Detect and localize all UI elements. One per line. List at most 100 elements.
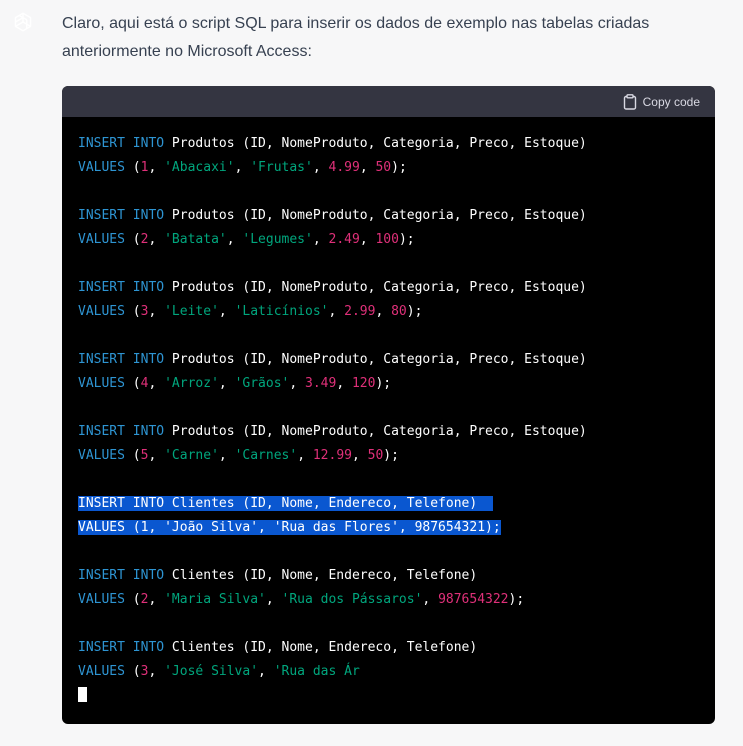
sql-number: 80 <box>391 304 407 319</box>
sql-number: 987654321 <box>414 520 486 535</box>
code-punctuation: , <box>258 520 274 535</box>
code-punctuation: , <box>297 448 313 463</box>
code-punctuation: , <box>226 232 243 247</box>
code-line-content: INSERT INTO Produtos (ID, NomeProduto, C… <box>78 352 587 367</box>
code-line-content: INSERT INTO Clientes (ID, Nome, Endereco… <box>78 568 477 583</box>
code-punctuation: , <box>422 592 439 607</box>
code-line-content: VALUES (4, 'Arroz', 'Grãos', 3.49, 120); <box>78 376 391 391</box>
sql-number: 100 <box>375 232 399 247</box>
sql-string: 'José Silva' <box>164 664 259 679</box>
code-line-content: INSERT INTO Produtos (ID, NomeProduto, C… <box>78 424 587 439</box>
code-line-values: VALUES (5, 'Carne', 'Carnes', 12.99, 50)… <box>78 444 587 468</box>
sql-keyword: VALUES <box>78 304 125 319</box>
code-line-content: INSERT INTO Produtos (ID, NomeProduto, C… <box>78 280 587 295</box>
copy-code-label: Copy code <box>642 94 700 109</box>
sql-keyword: VALUES <box>78 592 125 607</box>
sql-number: 2.49 <box>328 232 360 247</box>
sql-number: 50 <box>367 448 384 463</box>
sql-string: 'Abacaxi' <box>164 160 235 175</box>
code-line-insert: INSERT INTO Clientes (ID, Nome, Endereco… <box>78 492 587 516</box>
sql-keyword: INTO <box>132 352 165 367</box>
sql-keyword: VALUES <box>78 232 125 247</box>
sql-keyword: INTO <box>132 496 165 511</box>
sql-number: 987654322 <box>438 592 509 607</box>
code-line-values: VALUES (4, 'Arroz', 'Grãos', 3.49, 120); <box>78 372 587 396</box>
sql-keyword: INSERT <box>78 424 125 439</box>
code-punctuation: , <box>148 160 165 175</box>
assistant-avatar <box>8 9 38 39</box>
code-line-values: VALUES (2, 'Batata', 'Legumes', 2.49, 10… <box>78 228 587 252</box>
sql-table-columns: Produtos (ID, NomeProduto, Categoria, Pr… <box>164 352 587 367</box>
sql-keyword: INTO <box>132 208 165 223</box>
sql-keyword: VALUES <box>78 160 125 175</box>
sql-string: 'Rua dos Pássaros' <box>281 592 423 607</box>
code-punctuation: , <box>375 304 392 319</box>
sql-keyword: INSERT <box>78 136 125 151</box>
sql-keyword: INSERT <box>78 496 125 511</box>
code-punctuation: ); <box>398 232 415 247</box>
sql-string: 'Arroz' <box>164 376 219 391</box>
code-punctuation: , <box>351 448 368 463</box>
code-line-content: VALUES (1, 'Abacaxi', 'Frutas', 4.99, 50… <box>78 160 407 175</box>
code-block-header: Copy code <box>62 86 715 117</box>
code-punctuation: ); <box>375 376 392 391</box>
code-punctuation: , <box>265 592 282 607</box>
sql-string: 'Leite' <box>164 304 219 319</box>
code-punctuation: ); <box>391 160 407 175</box>
sql-number: 3.49 <box>305 376 337 391</box>
code-line-content: INSERT INTO Clientes (ID, Nome, Endereco… <box>78 640 477 655</box>
sql-code[interactable]: INSERT INTO Produtos (ID, NomeProduto, C… <box>78 132 587 708</box>
sql-keyword: INTO <box>132 568 165 583</box>
code-line-values: VALUES (3, 'José Silva', 'Rua das Ár <box>78 660 587 684</box>
code-line-insert: INSERT INTO Clientes (ID, Nome, Endereco… <box>78 564 587 588</box>
sql-number: 12.99 <box>312 448 352 463</box>
code-punctuation: , <box>148 520 165 535</box>
code-punctuation: , <box>289 376 306 391</box>
code-punctuation: ); <box>508 592 525 607</box>
code-line-content: VALUES (5, 'Carne', 'Carnes', 12.99, 50)… <box>78 448 399 463</box>
sql-keyword: INTO <box>132 136 165 151</box>
code-line-content: VALUES (2, 'Maria Silva', 'Rua dos Pássa… <box>78 592 524 607</box>
sql-number: 4.99 <box>328 160 360 175</box>
selected-text: VALUES (1, 'João Silva', 'Rua das Flores… <box>78 520 501 535</box>
code-line-values: VALUES (3, 'Leite', 'Laticínios', 2.99, … <box>78 300 587 324</box>
sql-string: 'Legumes' <box>242 232 313 247</box>
code-punctuation: ( <box>124 232 141 247</box>
code-line-values: VALUES (1, 'Abacaxi', 'Frutas', 4.99, 50… <box>78 156 587 180</box>
code-line-cursor <box>78 684 587 708</box>
sql-keyword: INSERT <box>78 352 125 367</box>
sql-string: 'João Silva' <box>164 520 259 535</box>
sql-keyword: INTO <box>132 640 165 655</box>
sql-string: 'Carnes' <box>234 448 298 463</box>
code-line-content: VALUES (2, 'Batata', 'Legumes', 2.49, 10… <box>78 232 415 247</box>
sql-keyword: INTO <box>132 280 165 295</box>
clipboard-icon <box>623 93 637 110</box>
sql-string: 'Grãos' <box>234 376 290 391</box>
sql-keyword: INSERT <box>78 280 125 295</box>
code-punctuation: , <box>148 664 165 679</box>
copy-code-button[interactable]: Copy code <box>623 93 700 110</box>
code-punctuation: ); <box>406 304 423 319</box>
sql-keyword: VALUES <box>78 376 125 391</box>
code-punctuation: , <box>148 232 165 247</box>
openai-logo-icon <box>12 11 34 38</box>
assistant-message-text: Claro, aqui está o script SQL para inser… <box>62 15 650 60</box>
sql-table-columns: Clientes (ID, Nome, Endereco, Telefone) <box>164 568 478 583</box>
sql-table-columns: Clientes (ID, Nome, Endereco, Telefone) <box>164 640 478 655</box>
sql-keyword: INSERT <box>78 568 125 583</box>
code-punctuation: ( <box>124 592 141 607</box>
code-punctuation: , <box>148 592 165 607</box>
sql-number: 50 <box>375 160 392 175</box>
sql-string: 'Rua das Ár <box>273 664 360 679</box>
code-line-insert: INSERT INTO Produtos (ID, NomeProduto, C… <box>78 348 587 372</box>
sql-table-columns: Produtos (ID, NomeProduto, Categoria, Pr… <box>164 208 587 223</box>
code-punctuation: , <box>148 448 165 463</box>
